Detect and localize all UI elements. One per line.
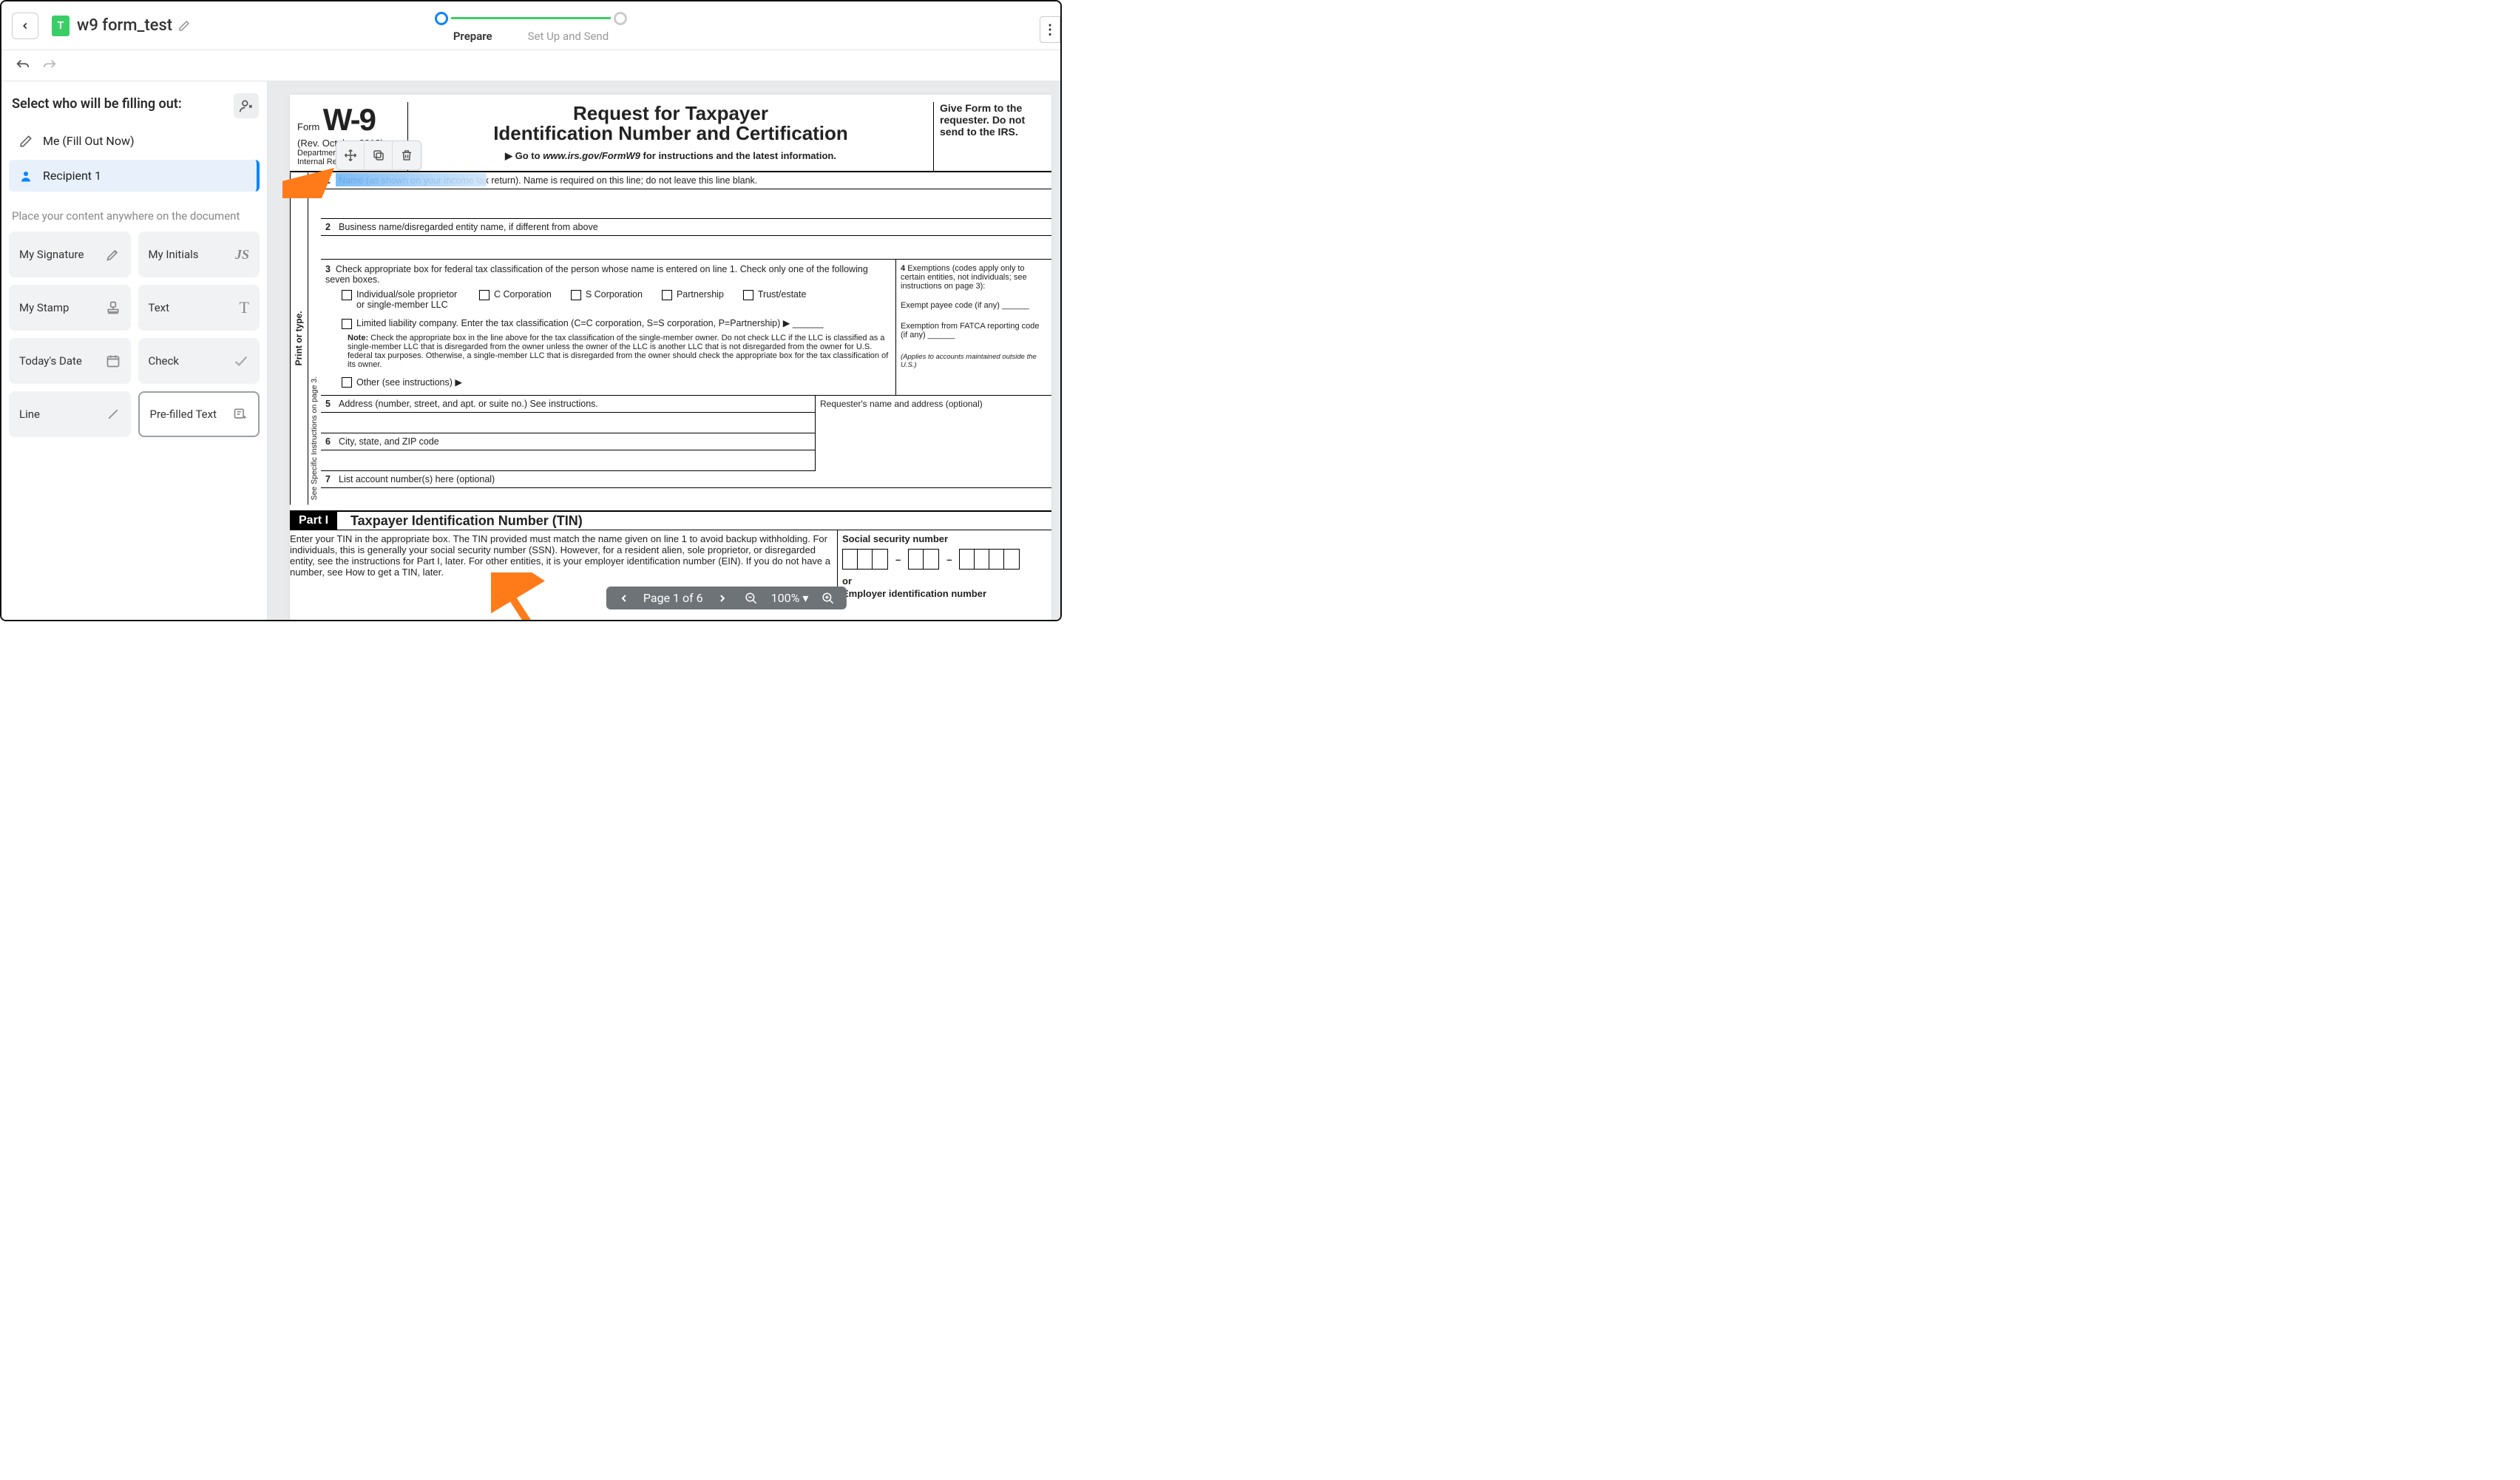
calendar-icon — [106, 354, 121, 368]
chevron-left-icon — [20, 21, 30, 31]
line-2-input[interactable] — [321, 236, 1051, 260]
requester-box[interactable]: Requester's name and address (optional) — [815, 396, 1051, 471]
llc-note: Note: Check the appropriate box in the l… — [325, 332, 891, 372]
line-6-input[interactable] — [321, 450, 815, 471]
filler-me-label: Me (Fill Out Now) — [43, 134, 135, 148]
ssn-label: Social security number — [842, 533, 1047, 544]
chevron-down-icon: ▾ — [802, 591, 808, 605]
zoom-level[interactable]: 100% ▾ — [771, 591, 809, 605]
initials-sample-icon: JS — [235, 247, 249, 263]
tool-prefilled-label: Pre-filled Text — [150, 408, 217, 421]
step-setup-circle[interactable] — [614, 12, 627, 25]
tool-line[interactable]: Line — [9, 391, 131, 437]
w9-main-title2: Identification Number and Certification — [493, 122, 848, 144]
ssn-input[interactable]: – – — [842, 549, 1047, 570]
w9-give-to: Give Form to the requester. Do not send … — [933, 102, 1044, 171]
tool-stamp-label: My Stamp — [19, 301, 69, 314]
chk-ccorp[interactable]: C Corporation — [479, 289, 552, 300]
chk-other[interactable]: Other (see instructions) ▶ — [342, 376, 462, 388]
stamp-icon — [106, 300, 121, 315]
line-6: 6City, state, and ZIP code — [321, 433, 815, 450]
rot-print-type: Print or type. — [290, 172, 308, 504]
zoom-in-button[interactable] — [819, 592, 838, 605]
step-labels: Prepare Set Up and Send — [453, 30, 609, 43]
document-canvas[interactable]: Form W-9 (Rev. October 2018) Department … — [268, 81, 1060, 620]
person-icon — [19, 169, 34, 183]
left-sidebar: Select who will be filling out: Me (Fill… — [1, 81, 268, 620]
tool-text-label: Text — [149, 301, 170, 314]
tool-check-label: Check — [149, 354, 179, 368]
ein-label: Employer identification number — [842, 588, 1047, 599]
manage-recipients-button[interactable] — [234, 93, 259, 118]
check-icon — [233, 353, 249, 369]
prev-page-button[interactable] — [615, 592, 633, 604]
tool-initials[interactable]: My Initials JS — [138, 232, 260, 277]
filler-recipient-label: Recipient 1 — [43, 169, 101, 183]
form-word: Form — [297, 121, 319, 132]
text-icon: T — [240, 298, 249, 317]
tool-signature[interactable]: My Signature — [9, 232, 131, 277]
step-prepare-circle[interactable] — [435, 12, 448, 25]
w9-title: W-9 — [323, 102, 375, 137]
top-bar: w9 form_test Prepare Set Up and Send ⋮ — [1, 1, 1060, 50]
place-content-heading: Place your content anywhere on the docum… — [9, 195, 260, 232]
delete-field-button[interactable] — [393, 141, 421, 169]
rot-instructions: See Specific Instructions on page 3. — [308, 172, 321, 504]
tool-prefilled-text[interactable]: Pre-filled Text — [138, 391, 260, 437]
tool-check[interactable]: Check — [138, 338, 260, 384]
tool-date[interactable]: Today's Date — [9, 338, 131, 384]
w9-main-title1: Request for Taxpayer — [573, 102, 768, 124]
tool-line-label: Line — [19, 408, 40, 421]
chk-individual[interactable]: Individual/sole proprietor or single-mem… — [342, 289, 460, 310]
tool-date-label: Today's Date — [19, 354, 82, 368]
chk-trust[interactable]: Trust/estate — [743, 289, 807, 300]
filler-heading: Select who will be filling out: — [9, 90, 260, 122]
line-5-input[interactable] — [321, 413, 815, 433]
pdf-page[interactable]: Form W-9 (Rev. October 2018) Department … — [290, 95, 1051, 620]
step-setup-label[interactable]: Set Up and Send — [528, 30, 609, 43]
zoom-out-button[interactable] — [742, 592, 761, 605]
line-2: 2Business name/disregarded entity name, … — [321, 219, 1051, 236]
progress-steps — [435, 12, 627, 25]
w9-body: Print or type. See Specific Instructions… — [290, 172, 1051, 504]
chk-scorp[interactable]: S Corporation — [571, 289, 643, 300]
pencil-icon — [19, 135, 34, 148]
page-navigation-bar: Page 1 of 6 100% ▾ — [606, 587, 847, 609]
back-button[interactable] — [12, 13, 38, 39]
line-5: 5Address (number, street, and apt. or su… — [321, 396, 815, 413]
step-connector — [451, 17, 611, 19]
line-7: 7List account number(s) here (optional) — [321, 471, 1051, 488]
page-indicator: Page 1 of 6 — [643, 591, 703, 605]
step-prepare-label[interactable]: Prepare — [453, 30, 492, 43]
line-1-input[interactable] — [321, 189, 1051, 219]
tool-palette: My Signature My Initials JS My Stamp — [9, 232, 260, 437]
line-7-input[interactable] — [321, 488, 1051, 504]
w9-goto: ▶ Go to www.irs.gov/FormW9 for instructi… — [419, 150, 923, 162]
chk-partnership[interactable]: Partnership — [662, 289, 724, 300]
history-toolbar — [1, 50, 1060, 81]
filler-me-option[interactable]: Me (Fill Out Now) — [9, 125, 260, 157]
more-menu-button[interactable]: ⋮ — [1040, 16, 1060, 43]
prefilled-icon — [233, 407, 248, 422]
tool-stamp[interactable]: My Stamp — [9, 285, 131, 331]
edit-title-icon[interactable] — [178, 20, 190, 32]
annotation-arrow-field — [282, 154, 371, 198]
chk-llc[interactable]: Limited liability company. Enter the tax… — [342, 317, 824, 329]
template-icon — [52, 16, 70, 36]
document-title[interactable]: w9 form_test — [77, 16, 172, 35]
tool-initials-label: My Initials — [149, 248, 199, 261]
tool-signature-label: My Signature — [19, 248, 84, 261]
signature-icon — [106, 247, 121, 262]
tool-text[interactable]: Text T — [138, 285, 260, 331]
next-page-button[interactable] — [714, 592, 731, 604]
filler-recipient-option[interactable]: Recipient 1 — [9, 160, 260, 192]
or-label: or — [842, 575, 1047, 587]
line-icon — [106, 407, 121, 422]
undo-button[interactable] — [15, 58, 31, 74]
redo-button[interactable] — [41, 58, 58, 74]
part1-header: Part I Taxpayer Identification Number (T… — [290, 510, 1051, 530]
